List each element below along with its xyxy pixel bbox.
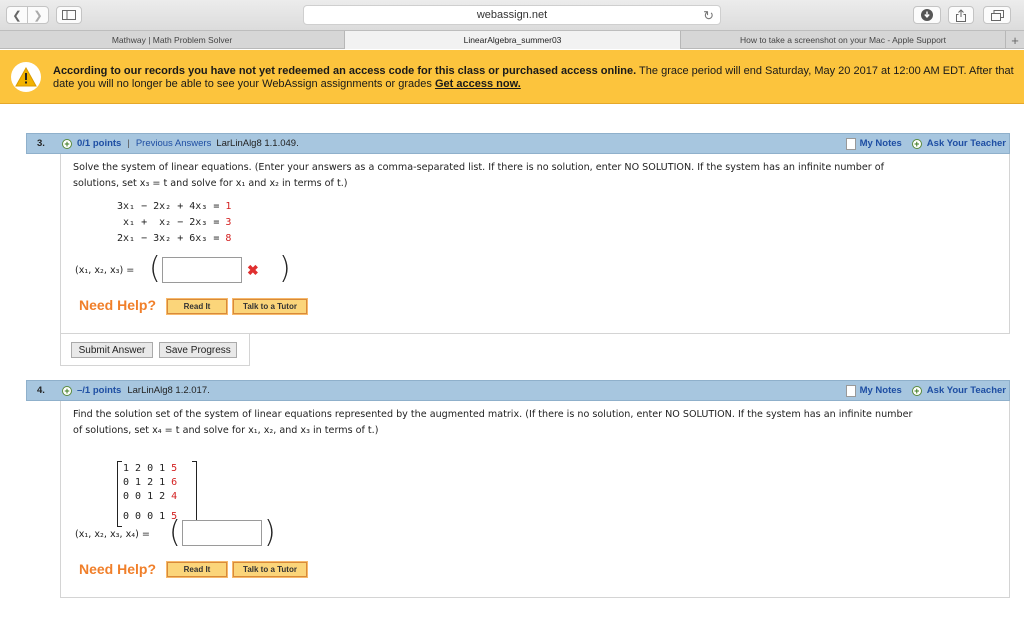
tabs-overview-icon: [990, 9, 1004, 21]
read-it-button[interactable]: Read It: [166, 298, 228, 315]
points-score: –/1 points: [77, 385, 122, 396]
need-help-label: Need Help?: [79, 297, 157, 313]
question-prompt: Solve the system of linear equations. (E…: [73, 160, 1003, 192]
banner-bold-text: According to our records you have not ye…: [53, 65, 637, 77]
augmented-matrix: 1 2 0 1 5 0 1 2 1 6 0 0 1 2 4 0 0 0 1 5: [117, 461, 197, 527]
tab-apple-support[interactable]: How to take a screenshot on your Mac - A…: [681, 31, 1006, 49]
get-access-link[interactable]: Get access now.: [435, 78, 521, 90]
share-icon: [956, 8, 966, 22]
question-4-body: Find the solution set of the system of l…: [60, 401, 1010, 598]
sidebar-toggle-button[interactable]: [56, 6, 82, 24]
show-tabs-button[interactable]: [983, 6, 1011, 24]
submit-answer-button[interactable]: Submit Answer: [71, 342, 153, 358]
plus-icon: +: [911, 385, 922, 396]
download-icon: [921, 9, 933, 21]
my-notes-label: My Notes: [859, 138, 902, 149]
equation-row-2: x₁ + x₂ − 2x₃ = 3: [117, 217, 232, 228]
points-score: 0/1 points: [77, 138, 122, 149]
expand-plus-icon[interactable]: +: [62, 138, 72, 149]
back-button[interactable]: ❮: [6, 6, 28, 24]
talk-to-tutor-button[interactable]: Talk to a Tutor: [232, 561, 308, 578]
note-icon: [845, 137, 856, 150]
tab-linear-algebra[interactable]: LinearAlgebra_summer03: [345, 31, 681, 49]
note-icon: [845, 384, 856, 397]
browser-toolbar: ❮ ❯ webassign.net ↻: [0, 0, 1024, 31]
ask-teacher-button[interactable]: + Ask Your Teacher: [911, 385, 1006, 396]
need-help-label: Need Help?: [79, 561, 157, 577]
answer-input[interactable]: [162, 257, 242, 283]
url-text: webassign.net: [476, 9, 548, 21]
plus-icon: +: [911, 138, 922, 149]
answer-input[interactable]: [182, 520, 262, 546]
question-number: 4.: [37, 385, 45, 396]
matrix-row: 0 1 2 1 6: [123, 477, 178, 488]
question-number: 3.: [37, 138, 45, 149]
left-paren: (: [149, 251, 161, 286]
expand-plus-icon[interactable]: +: [62, 385, 72, 396]
save-progress-button[interactable]: Save Progress: [159, 342, 237, 358]
previous-answers-link[interactable]: Previous Answers: [136, 138, 212, 149]
equation-row-3: 2x₁ − 3x₂ + 6x₃ = 8: [117, 233, 232, 244]
matrix-right-bracket: [192, 461, 197, 527]
ask-teacher-label: Ask Your Teacher: [926, 385, 1006, 396]
talk-to-tutor-button[interactable]: Talk to a Tutor: [232, 298, 308, 315]
reload-icon[interactable]: ↻: [703, 8, 714, 24]
question-3-header: 3. + 0/1 points | Previous Answers LarLi…: [26, 133, 1010, 154]
my-notes-label: My Notes: [859, 385, 902, 396]
ask-teacher-button[interactable]: + Ask Your Teacher: [911, 138, 1006, 149]
downloads-button[interactable]: [913, 6, 941, 24]
tab-mathway[interactable]: Mathway | Math Problem Solver: [0, 31, 345, 49]
answer-label: (x₁, x₂, x₃, x₄) =: [75, 529, 150, 540]
equation-row-1: 3x₁ − 2x₂ + 4x₃ = 1: [117, 201, 232, 212]
right-paren: ): [279, 251, 291, 286]
my-notes-button[interactable]: My Notes: [845, 137, 902, 150]
prompt-line-1: Find the solution set of the system of l…: [73, 409, 913, 420]
incorrect-x-icon: ✖: [247, 262, 259, 278]
question-prompt: Find the solution set of the system of l…: [73, 407, 1003, 439]
chevron-left-icon: ❮: [12, 9, 22, 22]
share-button[interactable]: [948, 6, 974, 24]
forward-button[interactable]: ❯: [27, 6, 49, 24]
read-it-button[interactable]: Read It: [166, 561, 228, 578]
address-bar[interactable]: webassign.net ↻: [303, 5, 721, 25]
answer-label: (x₁, x₂, x₃) =: [75, 265, 135, 276]
sidebar-icon: [62, 10, 76, 20]
submit-area: Submit Answer Save Progress: [60, 334, 250, 366]
prompt-line-2: solutions, set x₃ = t and solve for x₁ a…: [73, 178, 348, 189]
question-reference: LarLinAlg8 1.2.017.: [127, 385, 210, 396]
matrix-left-bracket: [117, 461, 122, 527]
question-3-body: Solve the system of linear equations. (E…: [60, 154, 1010, 334]
question-4-header: 4. + –/1 points LarLinAlg8 1.2.017. My N…: [26, 380, 1010, 401]
chevron-right-icon: ❯: [33, 9, 43, 22]
my-notes-button[interactable]: My Notes: [845, 384, 902, 397]
prompt-line-1: Solve the system of linear equations. (E…: [73, 162, 885, 173]
separator: |: [127, 138, 130, 149]
matrix-row: 0 0 1 2 4: [123, 491, 178, 502]
warning-icon: [11, 62, 41, 92]
prompt-line-2: of solutions, set x₄ = t and solve for x…: [73, 425, 379, 436]
right-paren: ): [264, 515, 276, 550]
new-tab-button[interactable]: +: [1006, 31, 1024, 49]
tab-bar: Mathway | Math Problem Solver LinearAlge…: [0, 31, 1024, 49]
banner-message: According to our records you have not ye…: [53, 65, 1018, 91]
left-paren: (: [169, 515, 181, 550]
access-warning-banner: According to our records you have not ye…: [0, 50, 1024, 104]
matrix-row: 1 2 0 1 5: [123, 463, 178, 474]
ask-teacher-label: Ask Your Teacher: [926, 138, 1006, 149]
question-reference: LarLinAlg8 1.1.049.: [216, 138, 299, 149]
